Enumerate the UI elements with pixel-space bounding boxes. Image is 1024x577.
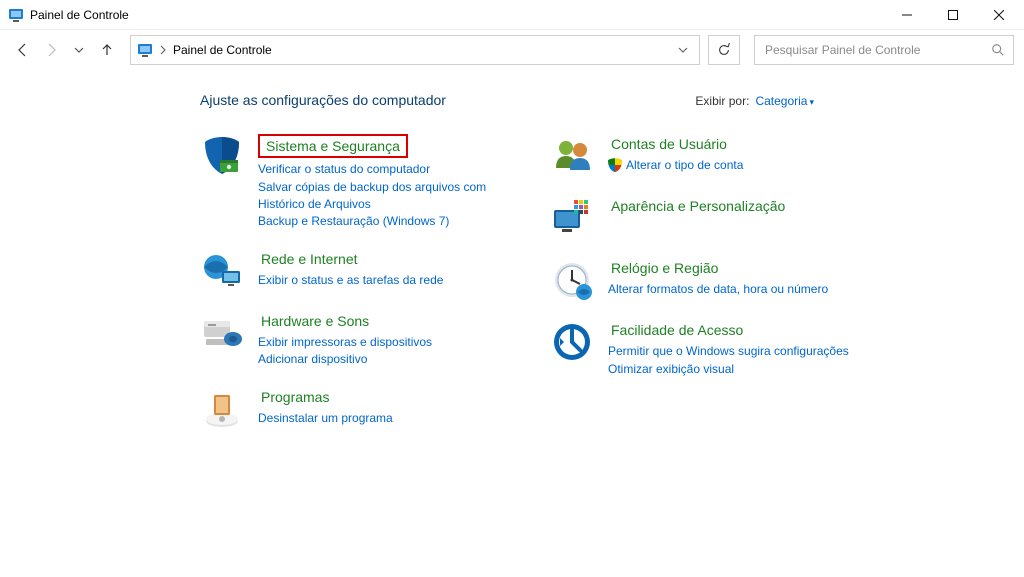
system-security-icon — [200, 134, 244, 178]
view-by-value[interactable]: Categoria▾ — [755, 94, 814, 108]
category-network: Rede e Internet Exibir o status e as tar… — [200, 249, 510, 293]
nav-row: Painel de Controle — [0, 30, 1024, 70]
address-dropdown-icon[interactable] — [673, 45, 693, 55]
category-clock-title[interactable]: Relógio e Região — [608, 258, 721, 278]
users-icon — [550, 134, 594, 178]
appearance-icon — [550, 196, 594, 240]
network-icon — [200, 249, 244, 293]
chevron-down-icon: ▾ — [809, 97, 814, 107]
link-add-device[interactable]: Adicionar dispositivo — [258, 351, 510, 368]
app-icon — [8, 7, 24, 23]
hardware-icon — [200, 311, 244, 355]
category-ease-title[interactable]: Facilidade de Acesso — [608, 320, 746, 340]
link-file-history[interactable]: Salvar cópias de backup dos arquivos com… — [258, 179, 510, 214]
maximize-button[interactable] — [930, 0, 976, 30]
categories-grid: Sistema e Segurança Verificar o status d… — [200, 134, 1014, 449]
content-header: Ajuste as configurações do computador Ex… — [200, 92, 1014, 108]
control-panel-icon — [137, 42, 153, 58]
programs-icon — [200, 387, 244, 431]
category-appearance-title[interactable]: Aparência e Personalização — [608, 196, 788, 216]
titlebar: Painel de Controle — [0, 0, 1024, 30]
page-title: Ajuste as configurações do computador — [200, 92, 446, 108]
forward-button[interactable] — [38, 37, 64, 63]
ease-of-access-icon — [550, 320, 594, 364]
link-suggest-settings[interactable]: Permitir que o Windows sugira configuraç… — [608, 343, 860, 360]
category-users: Contas de Usuário Alterar o tipo de cont… — [550, 134, 860, 178]
category-programs: Programas Desinstalar um programa — [200, 387, 510, 431]
back-button[interactable] — [10, 37, 36, 63]
up-button[interactable] — [94, 37, 120, 63]
address-bar[interactable]: Painel de Controle — [130, 35, 700, 65]
category-programs-title[interactable]: Programas — [258, 387, 332, 407]
link-change-account-type[interactable]: Alterar o tipo de conta — [608, 157, 860, 174]
clock-icon — [550, 258, 594, 302]
refresh-button[interactable] — [708, 35, 740, 65]
link-uninstall[interactable]: Desinstalar um programa — [258, 410, 510, 427]
close-button[interactable] — [976, 0, 1022, 30]
content-area: Ajuste as configurações do computador Ex… — [0, 70, 1024, 459]
link-network-status[interactable]: Exibir o status e as tarefas da rede — [258, 272, 510, 289]
nav-arrows — [10, 37, 120, 63]
search-icon — [991, 43, 1005, 57]
link-check-status[interactable]: Verificar o status do computador — [258, 161, 510, 178]
breadcrumb-current[interactable]: Painel de Controle — [173, 43, 272, 57]
view-by-value-text: Categoria — [755, 94, 807, 108]
category-hardware: Hardware e Sons Exibir impressoras e dis… — [200, 311, 510, 369]
window-title: Painel de Controle — [30, 8, 129, 22]
minimize-button[interactable] — [884, 0, 930, 30]
breadcrumb-separator-icon — [159, 45, 167, 55]
link-optimize-display[interactable]: Otimizar exibição visual — [608, 361, 860, 378]
link-printers[interactable]: Exibir impressoras e dispositivos — [258, 334, 510, 351]
category-users-title[interactable]: Contas de Usuário — [608, 134, 730, 154]
column-left: Sistema e Segurança Verificar o status d… — [200, 134, 510, 449]
category-network-title[interactable]: Rede e Internet — [258, 249, 361, 269]
view-by-label: Exibir por: — [695, 94, 749, 108]
category-hardware-title[interactable]: Hardware e Sons — [258, 311, 372, 331]
category-system-security-title[interactable]: Sistema e Segurança — [258, 134, 408, 158]
search-input[interactable] — [763, 42, 985, 58]
category-appearance: Aparência e Personalização — [550, 196, 860, 240]
recent-locations-button[interactable] — [66, 37, 92, 63]
category-system-security: Sistema e Segurança Verificar o status d… — [200, 134, 510, 231]
link-date-formats[interactable]: Alterar formatos de data, hora ou número — [608, 281, 860, 298]
category-ease: Facilidade de Acesso Permitir que o Wind… — [550, 320, 860, 378]
column-right: Contas de Usuário Alterar o tipo de cont… — [550, 134, 860, 449]
link-backup-restore[interactable]: Backup e Restauração (Windows 7) — [258, 213, 510, 230]
category-clock: Relógio e Região Alterar formatos de dat… — [550, 258, 860, 302]
search-box[interactable] — [754, 35, 1014, 65]
view-by: Exibir por: Categoria▾ — [695, 94, 814, 108]
